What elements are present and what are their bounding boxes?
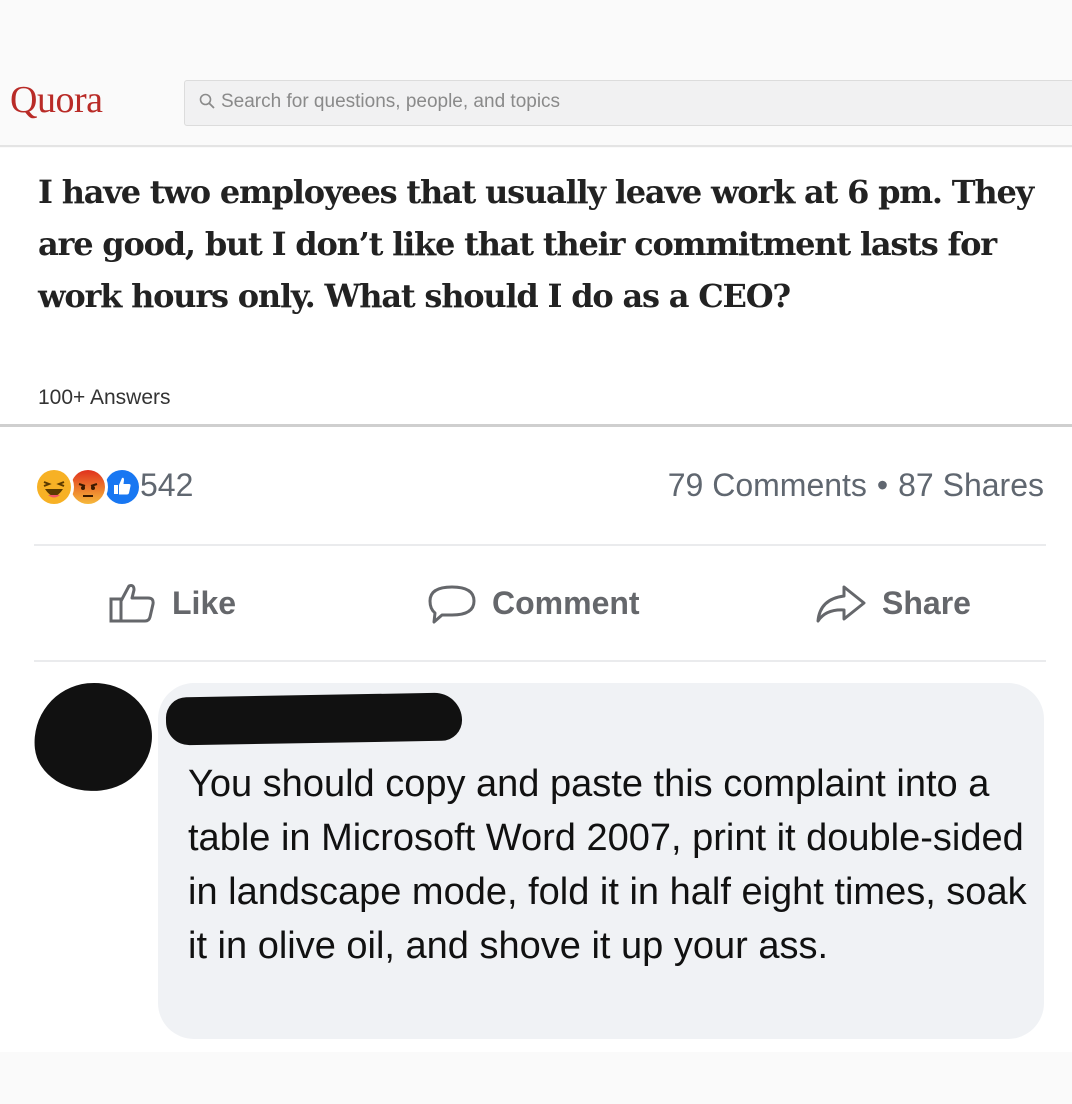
comment-bubble: You should copy and paste this complaint… xyxy=(158,683,1044,1039)
stats-separator: • xyxy=(876,467,889,503)
commenter-name-redacted[interactable] xyxy=(165,692,463,746)
comments-count[interactable]: 79 Comments xyxy=(668,467,867,503)
question-title[interactable]: I have two employees that usually leave … xyxy=(38,166,1062,322)
like-icon xyxy=(102,467,142,507)
share-arrow-icon xyxy=(816,585,866,623)
question-block: I have two employees that usually leave … xyxy=(0,148,1072,426)
divider-top xyxy=(34,544,1046,546)
search-input[interactable]: Search for questions, people, and topics xyxy=(184,80,1072,126)
quora-logo[interactable]: Quora xyxy=(10,78,103,122)
thumbs-up-icon xyxy=(109,584,155,623)
angry-icon xyxy=(68,467,108,507)
shares-count[interactable]: 87 Shares xyxy=(898,467,1044,503)
like-button[interactable]: Like xyxy=(108,577,236,629)
commenter-avatar-redacted[interactable] xyxy=(28,677,158,797)
post-stats: 79 Comments • 87 Shares xyxy=(668,467,1044,504)
search-placeholder: Search for questions, people, and topics xyxy=(221,91,561,112)
share-button[interactable]: Share xyxy=(814,577,971,629)
comment-icon xyxy=(428,585,476,624)
divider-bottom xyxy=(34,660,1046,662)
haha-icon xyxy=(34,467,74,507)
comment-button[interactable]: Comment xyxy=(426,577,640,629)
like-label: Like xyxy=(172,584,237,621)
answers-count[interactable]: 100+ Answers xyxy=(38,386,171,410)
quora-header: Quora Search for questions, people, and … xyxy=(0,0,1072,148)
header-divider xyxy=(0,145,1072,147)
reaction-count[interactable]: 542 xyxy=(140,467,193,504)
facebook-post-card: 542 79 Comments • 87 Shares Like Comment S… xyxy=(0,427,1072,1052)
search-icon xyxy=(199,93,215,109)
comment-text: You should copy and paste this complaint… xyxy=(188,763,1027,967)
bottom-strip xyxy=(0,1052,1072,1104)
comment-label: Comment xyxy=(492,584,640,621)
share-label: Share xyxy=(882,584,971,621)
